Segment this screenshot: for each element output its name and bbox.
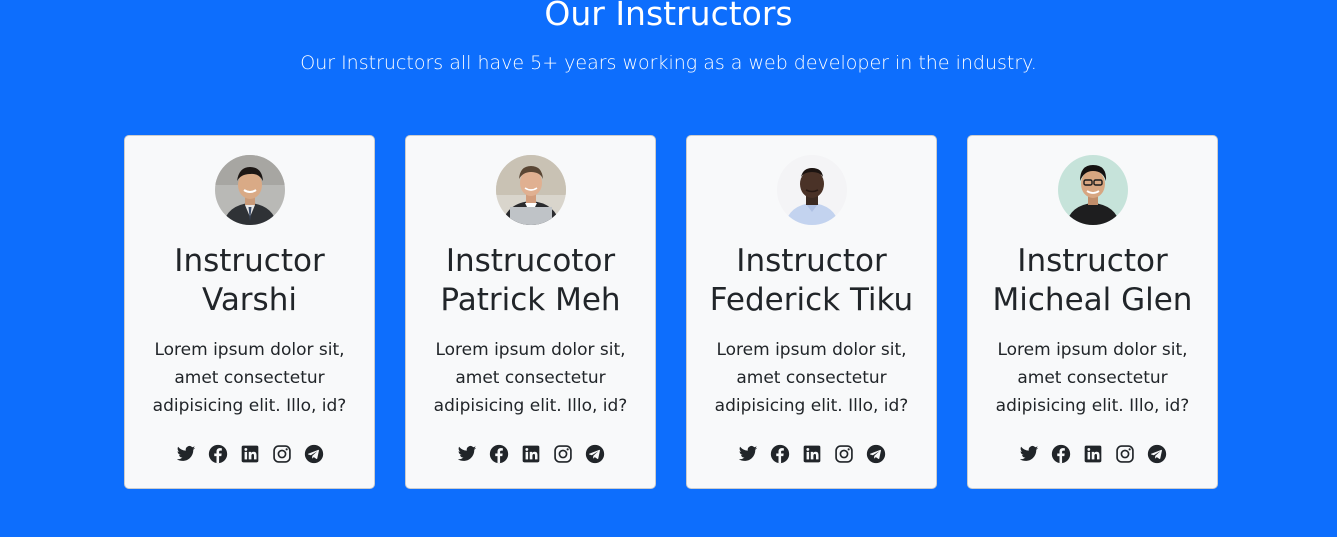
instructor-card: Instructor Federick Tiku Lorem ipsum dol… [686,135,937,489]
instructor-description: Lorem ipsum dolor sit, amet consectetur … [995,340,1190,416]
avatar [776,155,847,225]
telegram-icon[interactable] [866,444,886,464]
instructors-section: Our Instructors Our Instructors all have… [0,0,1337,537]
social-links [125,444,374,464]
facebook-icon[interactable] [1051,444,1071,464]
instagram-icon[interactable] [553,444,573,464]
social-links [968,444,1217,464]
instagram-icon[interactable] [272,444,292,464]
avatar [1057,155,1128,225]
instructor-name: Instructor Federick Tiku [709,243,914,318]
linkedin-icon[interactable] [802,444,822,464]
linkedin-icon[interactable] [521,444,541,464]
instructor-name: Instructor Micheal Glen [992,243,1193,318]
twitter-icon[interactable] [176,444,196,464]
twitter-icon[interactable] [738,444,758,464]
section-title: Our Instructors [544,0,793,33]
facebook-icon[interactable] [489,444,509,464]
twitter-icon[interactable] [457,444,477,464]
linkedin-icon[interactable] [240,444,260,464]
instructor-card: Instructor Varshi Lorem ipsum dolor sit,… [124,135,375,489]
instructor-cards: Instructor Varshi Lorem ipsum dolor sit,… [124,135,1218,489]
facebook-icon[interactable] [770,444,790,464]
instructor-card: Instructor Micheal Glen Lorem ipsum dolo… [967,135,1218,489]
instructor-description: Lorem ipsum dolor sit, amet consectetur … [433,340,628,416]
instructor-name: Instrucotor Patrick Meh [440,243,621,318]
instructor-description: Lorem ipsum dolor sit, amet consectetur … [714,340,909,416]
avatar [214,155,285,225]
instagram-icon[interactable] [834,444,854,464]
instructor-name: Instructor Varshi [174,243,325,318]
instructor-card: Instrucotor Patrick Meh Lorem ipsum dolo… [405,135,656,489]
telegram-icon[interactable] [585,444,605,464]
social-links [687,444,936,464]
linkedin-icon[interactable] [1083,444,1103,464]
section-subtitle: Our Instructors all have 5+ years workin… [300,52,1037,74]
telegram-icon[interactable] [304,444,324,464]
social-links [406,444,655,464]
telegram-icon[interactable] [1147,444,1167,464]
avatar [495,155,566,225]
instructor-description: Lorem ipsum dolor sit, amet consectetur … [152,340,347,416]
facebook-icon[interactable] [208,444,228,464]
instagram-icon[interactable] [1115,444,1135,464]
twitter-icon[interactable] [1019,444,1039,464]
